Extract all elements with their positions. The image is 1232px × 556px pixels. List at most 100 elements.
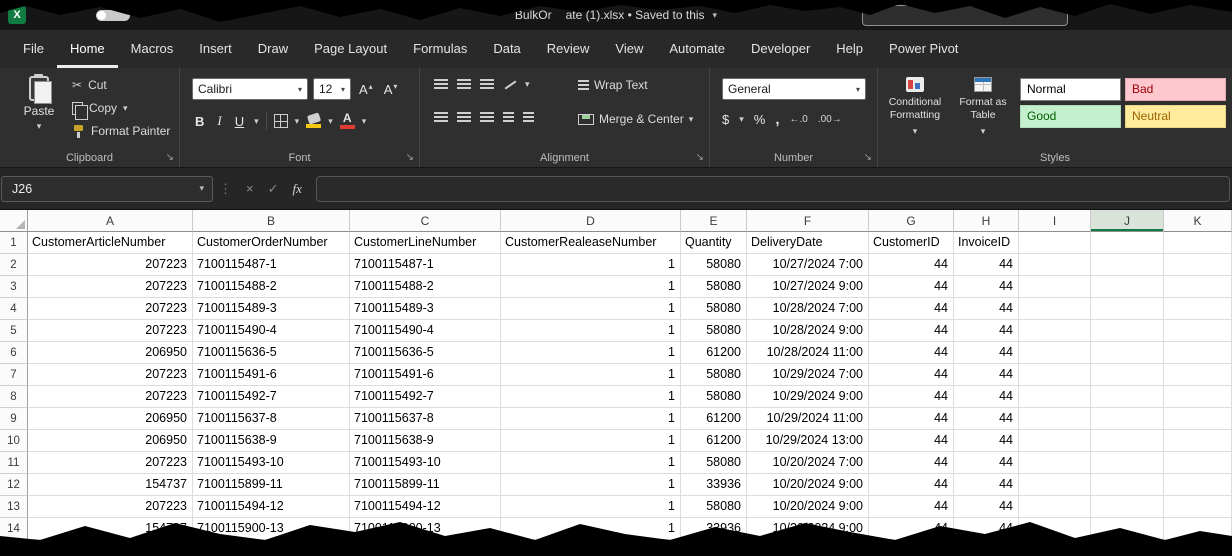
cell-A1[interactable]: CustomerArticleNumber [28, 232, 193, 254]
percent-style-button[interactable]: % [754, 112, 766, 127]
cell-F14[interactable]: 10/20/2024 9:00 [747, 518, 869, 540]
cell-A13[interactable]: 207223 [28, 496, 193, 518]
cell-F3[interactable]: 10/27/2024 9:00 [747, 276, 869, 298]
grow-font-button[interactable]: A ▴ [356, 82, 376, 97]
cell-E10[interactable]: 61200 [681, 430, 747, 452]
cell-I4[interactable] [1019, 298, 1091, 320]
cell-J1[interactable] [1091, 232, 1164, 254]
cell-J11[interactable] [1091, 452, 1164, 474]
insert-function-icon[interactable]: fx [293, 181, 302, 197]
cell-E3[interactable]: 58080 [681, 276, 747, 298]
row-header-10[interactable]: 10 [0, 430, 28, 452]
cell-G3[interactable]: 44 [869, 276, 954, 298]
cell-H6[interactable]: 44 [954, 342, 1019, 364]
chevron-down-icon[interactable]: ▾ [295, 116, 300, 127]
cell-H14[interactable]: 44 [954, 518, 1019, 540]
fill-color-button[interactable] [306, 114, 321, 128]
cell-I6[interactable] [1019, 342, 1091, 364]
font-dialog-launcher-icon[interactable]: ↘ [406, 153, 414, 163]
cell-B10[interactable]: 7100115638-9 [193, 430, 350, 452]
cell-A5[interactable]: 207223 [28, 320, 193, 342]
cell-J6[interactable] [1091, 342, 1164, 364]
cell-B5[interactable]: 7100115490-4 [193, 320, 350, 342]
column-header-B[interactable]: B [193, 210, 350, 232]
cell-G9[interactable]: 44 [869, 408, 954, 430]
cell-A14[interactable]: 154737 [28, 518, 193, 540]
cell-D8[interactable]: 1 [501, 386, 681, 408]
style-normal[interactable]: Normal [1020, 78, 1121, 101]
style-good[interactable]: Good [1020, 105, 1121, 128]
column-header-D[interactable]: D [501, 210, 681, 232]
cell-E11[interactable]: 58080 [681, 452, 747, 474]
column-header-J[interactable]: J [1091, 210, 1164, 232]
cell-F8[interactable]: 10/29/2024 9:00 [747, 386, 869, 408]
cell-A4[interactable]: 207223 [28, 298, 193, 320]
cell-C7[interactable]: 7100115491-6 [350, 364, 501, 386]
name-box[interactable]: J26 ▾ [1, 176, 213, 202]
tab-power-pivot[interactable]: Power Pivot [876, 30, 971, 68]
cell-F11[interactable]: 10/20/2024 7:00 [747, 452, 869, 474]
chevron-down-icon[interactable]: ▾ [362, 116, 367, 127]
cell-E14[interactable]: 33936 [681, 518, 747, 540]
cell-H5[interactable]: 44 [954, 320, 1019, 342]
font-size-select[interactable]: 12 ▾ [313, 78, 351, 100]
italic-button[interactable]: I [214, 113, 224, 129]
row-header-1[interactable]: 1 [0, 232, 28, 254]
cell-D4[interactable]: 1 [501, 298, 681, 320]
cell-H11[interactable]: 44 [954, 452, 1019, 474]
cell-J4[interactable] [1091, 298, 1164, 320]
cell-A12[interactable]: 154737 [28, 474, 193, 496]
cell-C14[interactable]: 7100115900-13 [350, 518, 501, 540]
cell-A3[interactable]: 207223 [28, 276, 193, 298]
cell-E8[interactable]: 58080 [681, 386, 747, 408]
cell-D14[interactable]: 1 [501, 518, 681, 540]
tab-page-layout[interactable]: Page Layout [301, 30, 400, 68]
cell-B13[interactable]: 7100115494-12 [193, 496, 350, 518]
cell-G11[interactable]: 44 [869, 452, 954, 474]
chevron-down-icon[interactable]: ▾ [254, 116, 259, 127]
cell-E6[interactable]: 61200 [681, 342, 747, 364]
cancel-icon[interactable]: × [246, 181, 254, 196]
cell-B14[interactable]: 7100115900-13 [193, 518, 350, 540]
cell-I14[interactable] [1019, 518, 1091, 540]
copy-button[interactable]: Copy ▾ [72, 101, 170, 115]
cell-E1[interactable]: Quantity [681, 232, 747, 254]
cell-K7[interactable] [1164, 364, 1232, 386]
cell-F12[interactable]: 10/20/2024 9:00 [747, 474, 869, 496]
cell-B3[interactable]: 7100115488-2 [193, 276, 350, 298]
cell-C12[interactable]: 7100115899-11 [350, 474, 501, 496]
cell-C4[interactable]: 7100115489-3 [350, 298, 501, 320]
cell-D11[interactable]: 1 [501, 452, 681, 474]
conditional-formatting-button[interactable]: Conditional Formatting ▾ [882, 77, 948, 138]
comma-style-button[interactable]: , [775, 114, 779, 126]
cell-I11[interactable] [1019, 452, 1091, 474]
row-header-5[interactable]: 5 [0, 320, 28, 342]
cell-F13[interactable]: 10/20/2024 9:00 [747, 496, 869, 518]
chevron-down-icon[interactable]: ▾ [525, 79, 530, 90]
cell-C3[interactable]: 7100115488-2 [350, 276, 501, 298]
cell-E2[interactable]: 58080 [681, 254, 747, 276]
alignment-dialog-launcher-icon[interactable]: ↘ [696, 153, 704, 163]
cell-E7[interactable]: 58080 [681, 364, 747, 386]
tab-view[interactable]: View [602, 30, 656, 68]
cell-K5[interactable] [1164, 320, 1232, 342]
shrink-font-button[interactable]: A ▾ [381, 82, 401, 97]
enter-icon[interactable]: ✓ [268, 181, 279, 197]
font-color-button[interactable]: A [340, 113, 355, 129]
column-header-H[interactable]: H [954, 210, 1019, 232]
tab-help[interactable]: Help [823, 30, 876, 68]
cell-H2[interactable]: 44 [954, 254, 1019, 276]
cell-B11[interactable]: 7100115493-10 [193, 452, 350, 474]
tab-macros[interactable]: Macros [118, 30, 187, 68]
format-painter-button[interactable]: Format Painter [72, 124, 170, 138]
cell-K12[interactable] [1164, 474, 1232, 496]
clipboard-dialog-launcher-icon[interactable]: ↘ [166, 153, 174, 163]
cell-J10[interactable] [1091, 430, 1164, 452]
tab-automate[interactable]: Automate [656, 30, 738, 68]
cell-K10[interactable] [1164, 430, 1232, 452]
decrease-indent-button[interactable] [503, 112, 514, 123]
style-bad[interactable]: Bad [1125, 78, 1226, 101]
row-header-2[interactable]: 2 [0, 254, 28, 276]
cell-J7[interactable] [1091, 364, 1164, 386]
increase-indent-button[interactable] [523, 112, 534, 123]
